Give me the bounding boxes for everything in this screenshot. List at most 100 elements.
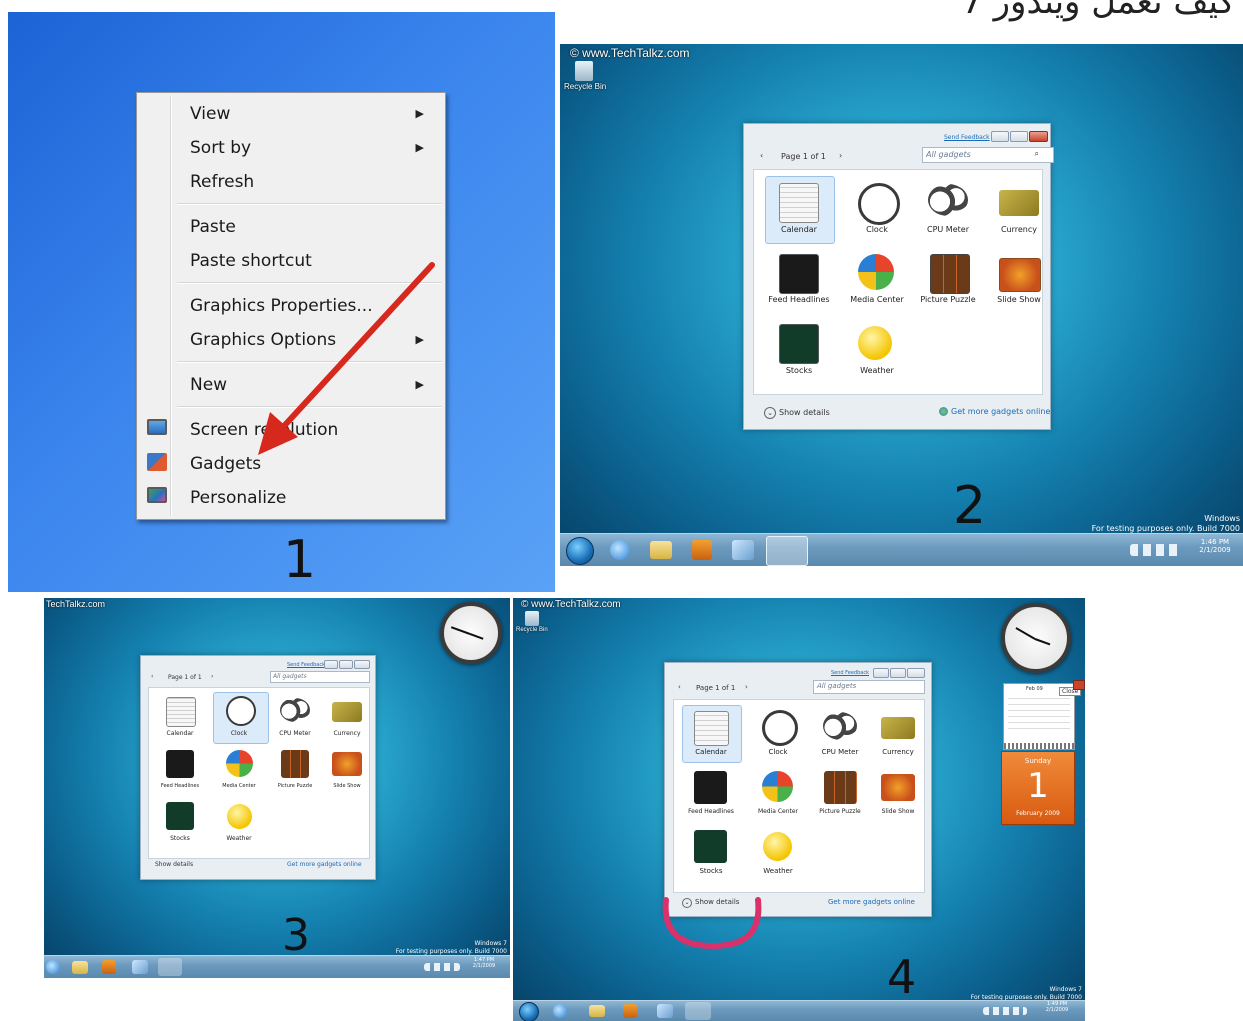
clock-gadget[interactable] [1001, 603, 1071, 673]
show-details-toggle[interactable]: ⌄ Show details [764, 407, 830, 419]
currency-icon[interactable] [999, 190, 1039, 216]
stocks-icon[interactable] [694, 830, 727, 863]
weather-icon[interactable] [858, 326, 892, 360]
close-button[interactable] [354, 660, 370, 669]
taskbar-clock[interactable]: 1:46 PM 2/1/2009 [1190, 538, 1240, 554]
pink-highlight-annotation [662, 897, 762, 950]
picture-puzzle-icon[interactable] [281, 750, 309, 778]
feed-headlines-icon[interactable] [166, 750, 194, 778]
watermark: © www.TechTalkz.com [521, 599, 621, 610]
gadget-label-weather: Weather [226, 835, 252, 842]
minimize-button[interactable] [991, 131, 1009, 142]
tray-icons[interactable] [424, 963, 460, 971]
calendar-icon[interactable] [166, 697, 196, 727]
minimize-button[interactable] [324, 660, 338, 669]
gadget-label-calendar: Calendar [695, 748, 727, 756]
media-center-icon[interactable] [226, 750, 253, 777]
send-feedback-link[interactable]: Send Feedback [944, 134, 990, 141]
clock-icon[interactable] [858, 183, 900, 225]
clock-gadget[interactable] [440, 602, 502, 664]
currency-icon[interactable] [332, 702, 362, 722]
clock-icon[interactable] [762, 710, 798, 746]
prev-page-icon[interactable]: ‹ [678, 683, 681, 691]
next-page-icon[interactable]: › [839, 151, 842, 160]
recycle-bin-label[interactable]: Recycle Bin [564, 82, 606, 91]
gadget-label-media-center: Media Center [850, 295, 904, 304]
slide-show-icon[interactable] [332, 752, 362, 776]
explorer-icon[interactable] [650, 541, 672, 559]
slide-show-icon[interactable] [999, 258, 1041, 292]
gadget-label-clock: Clock [230, 730, 248, 737]
gadget-label-media-center: Media Center [222, 783, 256, 789]
recycle-bin-label[interactable]: Recycle Bin [516, 627, 548, 633]
taskbar-clock[interactable]: 1:49 PM 2/1/2009 [1035, 1001, 1079, 1014]
show-details-toggle[interactable]: Show details [155, 861, 193, 868]
calendar-icon[interactable] [694, 711, 729, 746]
explorer-icon[interactable] [589, 1005, 605, 1017]
search-input[interactable]: All gadgets [813, 680, 925, 694]
control-panel-icon[interactable] [132, 960, 148, 974]
next-page-icon[interactable]: › [211, 673, 213, 680]
cpu-meter-icon[interactable] [928, 184, 968, 216]
next-page-icon[interactable]: › [745, 683, 748, 691]
recycle-bin-icon [575, 61, 593, 81]
panel-4-desktop: © www.TechTalkz.com Recycle Bin Feb 09 C… [513, 598, 1085, 1021]
start-button[interactable] [566, 537, 594, 565]
clock-icon[interactable] [226, 696, 256, 726]
minimize-button[interactable] [873, 668, 889, 678]
calendar-gadget-day[interactable]: Sunday 1 February 2009 [1001, 751, 1075, 825]
send-feedback-link[interactable]: Send Feedback [831, 670, 869, 676]
explorer-icon[interactable] [72, 961, 88, 974]
maximize-button[interactable] [339, 660, 353, 669]
start-button[interactable] [519, 1002, 539, 1021]
taskbar-clock[interactable]: 1:47 PM 2/1/2009 [464, 957, 504, 970]
gadget-label-picture-puzzle: Picture Puzzle [920, 295, 976, 304]
media-center-icon[interactable] [762, 771, 793, 802]
media-center-icon[interactable] [858, 254, 894, 290]
gadget-label-slide-show: Slide Show [333, 783, 361, 789]
media-player-icon[interactable] [692, 540, 712, 560]
gadgets-taskbar-icon[interactable] [685, 1002, 711, 1020]
control-panel-icon[interactable] [732, 540, 754, 560]
gadgets-taskbar-icon[interactable] [766, 536, 808, 566]
close-button[interactable] [907, 668, 925, 678]
maximize-button[interactable] [1010, 131, 1028, 142]
get-more-gadgets-link[interactable]: Get more gadgets online [939, 407, 1050, 416]
tray-icons[interactable] [1130, 544, 1182, 556]
cpu-meter-icon[interactable] [280, 698, 310, 722]
gadgets-taskbar-icon[interactable] [158, 958, 182, 976]
currency-icon[interactable] [881, 717, 915, 739]
picture-puzzle-icon[interactable] [824, 771, 857, 804]
weather-icon[interactable] [227, 804, 252, 829]
gadget-label-currency: Currency [333, 730, 361, 737]
slide-show-icon[interactable] [881, 774, 915, 801]
gadget-close-button[interactable] [1073, 680, 1085, 690]
close-button[interactable] [1029, 131, 1048, 142]
picture-puzzle-icon[interactable] [930, 254, 970, 294]
feed-headlines-icon[interactable] [779, 254, 819, 294]
gadget-label-feed-headlines: Feed Headlines [688, 808, 734, 815]
tray-icons[interactable] [983, 1007, 1027, 1015]
prev-page-icon[interactable]: ‹ [151, 673, 153, 680]
red-arrow-annotation [258, 262, 435, 455]
feed-headlines-icon[interactable] [694, 771, 727, 804]
weather-icon[interactable] [763, 832, 792, 861]
search-input[interactable]: All gadgets ⌕ [922, 147, 1054, 163]
search-input[interactable]: All gadgets [270, 671, 370, 683]
control-panel-icon[interactable] [657, 1004, 673, 1018]
media-player-icon[interactable] [623, 1004, 637, 1018]
taskbar: 1:49 PM 2/1/2009 [513, 1000, 1085, 1021]
ie-icon[interactable] [46, 960, 60, 974]
get-more-gadgets-link[interactable]: Get more gadgets online [287, 861, 362, 868]
stocks-icon[interactable] [779, 324, 819, 364]
ie-icon[interactable] [610, 540, 630, 560]
calendar-icon[interactable] [779, 183, 819, 223]
maximize-button[interactable] [890, 668, 906, 678]
cpu-meter-icon[interactable] [823, 712, 857, 740]
stocks-icon[interactable] [166, 802, 194, 830]
media-player-icon[interactable] [102, 960, 116, 974]
get-more-gadgets-link[interactable]: Get more gadgets online [828, 898, 915, 906]
prev-page-icon[interactable]: ‹ [760, 151, 763, 160]
ie-icon[interactable] [553, 1004, 567, 1018]
send-feedback-link[interactable]: Send Feedback [287, 662, 325, 668]
